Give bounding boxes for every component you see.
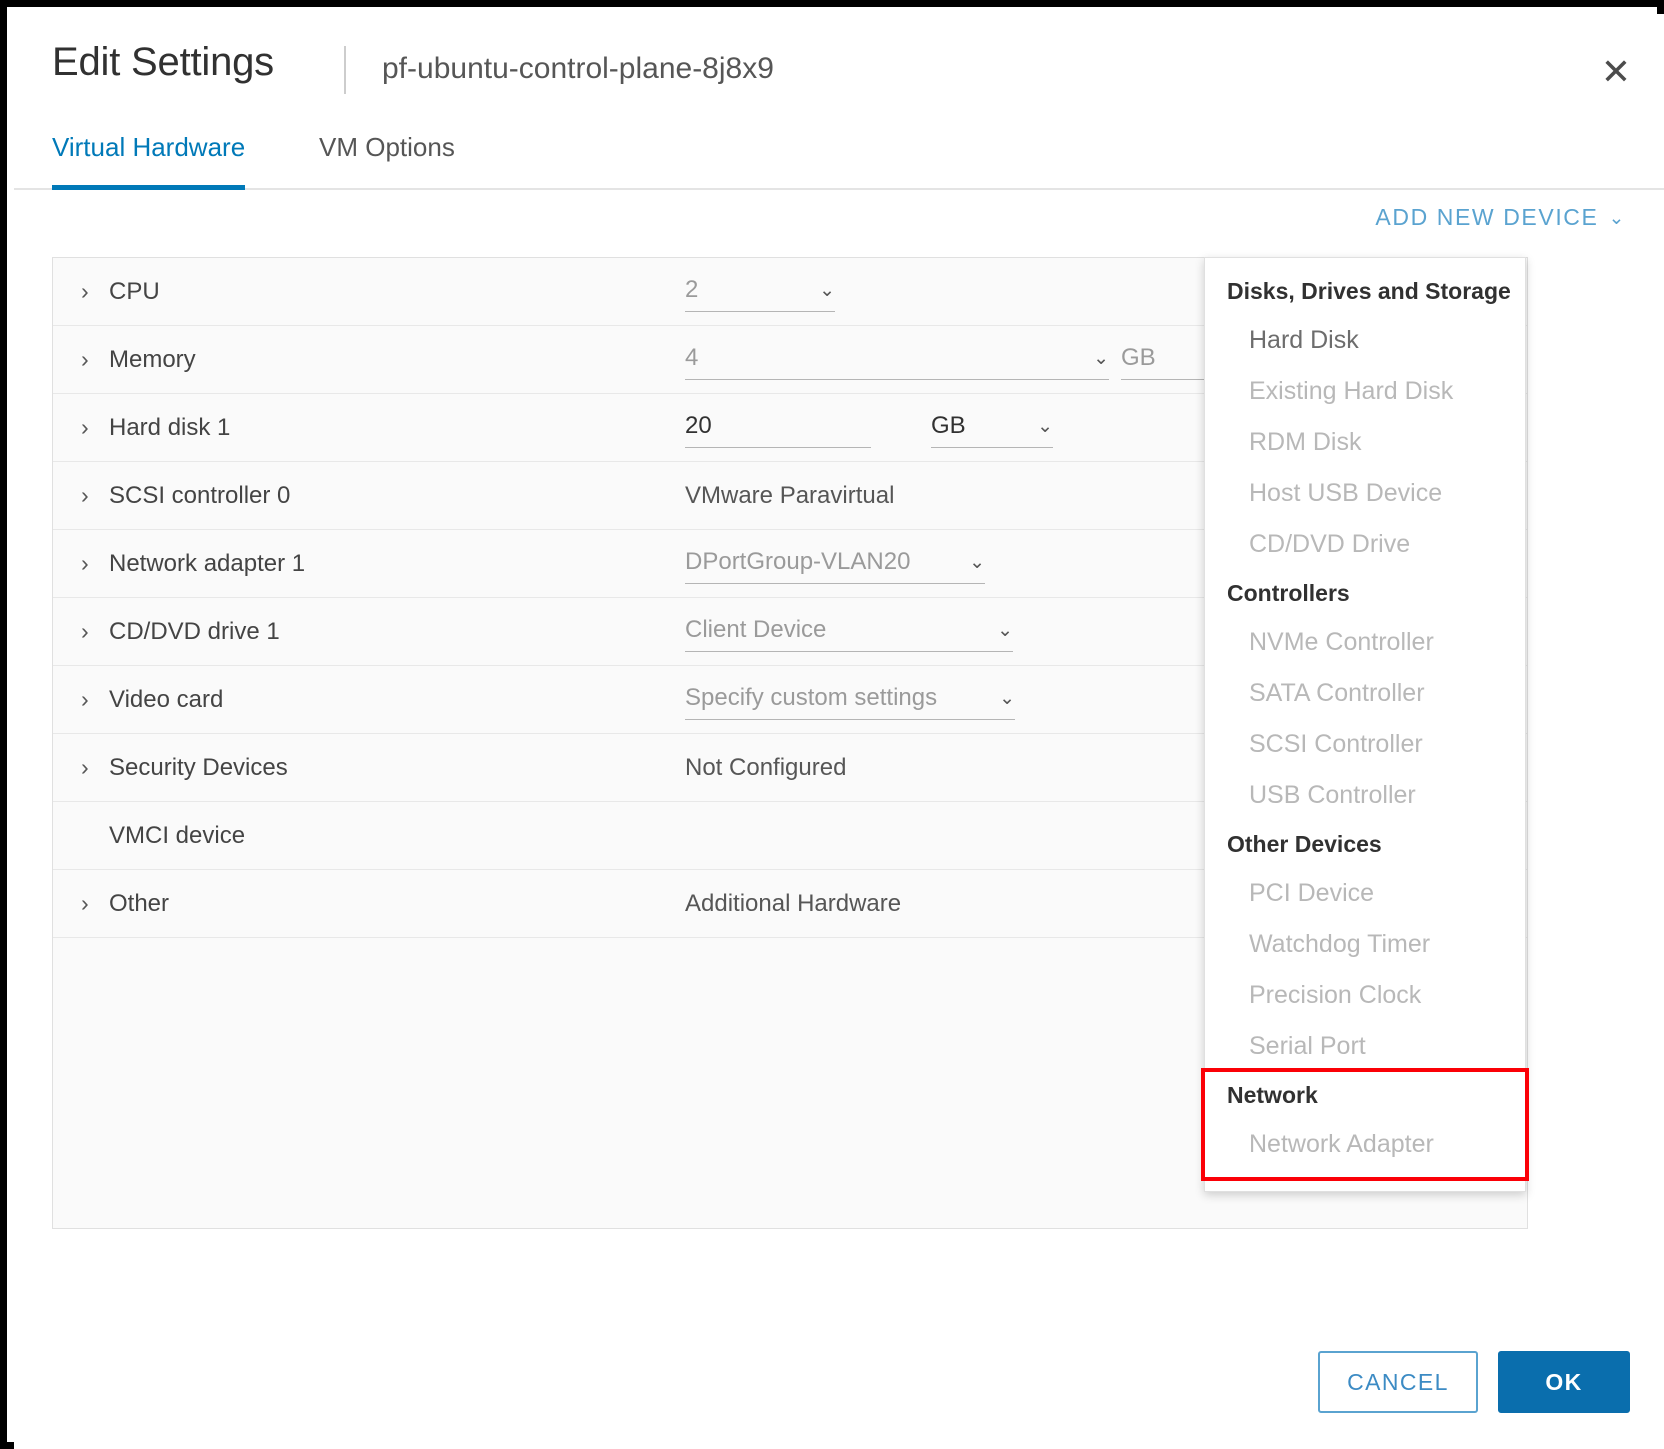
edit-settings-dialog: Edit Settings pf-ubuntu-control-plane-8j… <box>14 14 1664 1449</box>
menu-item-host-usb-device: Host USB Device <box>1249 479 1443 507</box>
menu-item-watchdog-timer: Watchdog Timer <box>1249 930 1431 958</box>
title-divider <box>344 46 346 94</box>
ok-button[interactable]: OK <box>1498 1351 1630 1413</box>
hard-disk-unit-select[interactable]: GB ⌄ <box>931 408 1053 448</box>
add-new-device-label: ADD NEW DEVICE <box>1375 204 1599 230</box>
expand-caret-icon[interactable]: › <box>81 280 99 303</box>
menu-item-rdm-disk: RDM Disk <box>1249 428 1362 456</box>
menu-item-network-adapter[interactable]: Network Adapter <box>1205 1119 1525 1177</box>
dialog-footer: CANCEL OK <box>1318 1351 1630 1413</box>
tab-vm-options[interactable]: VM Options <box>319 132 455 190</box>
menu-item-usb-controller: USB Controller <box>1249 781 1416 809</box>
chevron-down-icon: ⌄ <box>999 687 1015 709</box>
menu-item-precision-clock: Precision Clock <box>1249 981 1422 1009</box>
cd-dvd-drive-value: Client Device <box>685 616 827 643</box>
close-icon[interactable]: ✕ <box>1588 44 1644 100</box>
cpu-select[interactable]: 2 ⌄ <box>685 272 835 312</box>
expand-caret-icon[interactable]: › <box>81 484 99 507</box>
expand-caret-icon[interactable]: › <box>81 416 99 439</box>
hw-label-scsi-controller-0: SCSI controller 0 <box>109 481 291 509</box>
hw-label-security-devices: Security Devices <box>109 753 288 781</box>
hw-label-cpu: CPU <box>109 277 160 305</box>
expand-caret-icon[interactable]: › <box>81 552 99 575</box>
tab-virtual-hardware[interactable]: Virtual Hardware <box>52 132 246 190</box>
hw-label-other: Other <box>109 889 170 917</box>
vm-name-label: pf-ubuntu-control-plane-8j8x9 <box>382 52 774 85</box>
memory-select[interactable]: 4 ⌄ <box>685 340 1109 380</box>
security-devices-value: Not Configured <box>685 753 847 781</box>
menu-group-disks-drives-storage: Disks, Drives and Storage <box>1227 278 1511 304</box>
hw-label-cd-dvd-drive-1: CD/DVD drive 1 <box>109 617 280 645</box>
hard-disk-size-input[interactable]: 20 <box>685 408 871 448</box>
menu-group-network: Network <box>1227 1082 1318 1108</box>
tab-bar: Virtual Hardware VM Options <box>14 132 1664 190</box>
expand-caret-icon[interactable]: › <box>81 620 99 643</box>
chevron-down-icon: ⌄ <box>969 551 985 573</box>
hw-label-network-adapter-1: Network adapter 1 <box>109 549 306 577</box>
memory-value: 4 <box>685 344 699 371</box>
expand-caret-icon[interactable]: › <box>81 756 99 779</box>
network-adapter-select[interactable]: DPortGroup-VLAN20 ⌄ <box>685 544 985 584</box>
menu-item-nvme-controller: NVMe Controller <box>1249 628 1434 656</box>
menu-item-pci-device: PCI Device <box>1249 879 1375 907</box>
cpu-value: 2 <box>685 276 699 303</box>
hw-label-memory: Memory <box>109 345 196 373</box>
add-new-device-menu: Disks, Drives and Storage Hard Disk Exis… <box>1201 257 1529 1192</box>
menu-item-scsi-controller: SCSI Controller <box>1249 730 1423 758</box>
memory-unit-value: GB <box>1121 344 1156 371</box>
page-title: Edit Settings <box>52 40 274 84</box>
video-card-select[interactable]: Specify custom settings ⌄ <box>685 680 1015 720</box>
hw-label-vmci-device: VMCI device <box>109 821 246 849</box>
hard-disk-size-value: 20 <box>685 412 712 439</box>
menu-item-hard-disk[interactable]: Hard Disk <box>1205 315 1525 366</box>
hw-label-hard-disk-1: Hard disk 1 <box>109 413 231 441</box>
network-adapter-value: DPortGroup-VLAN20 <box>685 548 911 575</box>
cancel-button[interactable]: CANCEL <box>1318 1351 1478 1413</box>
expand-caret-icon[interactable]: › <box>81 348 99 371</box>
menu-item-cd-dvd-drive: CD/DVD Drive <box>1249 530 1411 558</box>
hw-label-video-card: Video card <box>109 685 224 713</box>
add-new-device-button[interactable]: ADD NEW DEVICE ⌄ <box>1375 204 1626 231</box>
scsi-controller-value: VMware Paravirtual <box>685 481 895 509</box>
cd-dvd-drive-select[interactable]: Client Device ⌄ <box>685 612 1013 652</box>
hard-disk-unit-value: GB <box>931 412 966 439</box>
menu-group-controllers: Controllers <box>1227 580 1350 606</box>
chevron-down-icon: ⌄ <box>1093 347 1109 369</box>
menu-item-serial-port: Serial Port <box>1249 1032 1366 1060</box>
chevron-down-icon: ⌄ <box>1608 208 1626 229</box>
chevron-down-icon: ⌄ <box>819 279 835 301</box>
menu-item-sata-controller: SATA Controller <box>1249 679 1425 707</box>
chevron-down-icon: ⌄ <box>997 619 1013 641</box>
expand-caret-icon[interactable]: › <box>81 688 99 711</box>
network-section-highlight: Network Network Adapter <box>1201 1068 1529 1181</box>
menu-item-existing-hard-disk: Existing Hard Disk <box>1249 377 1454 405</box>
screenshot-frame: Edit Settings pf-ubuntu-control-plane-8j… <box>0 0 1664 1449</box>
chevron-down-icon: ⌄ <box>1037 415 1053 437</box>
menu-group-other-devices: Other Devices <box>1227 831 1382 857</box>
other-value: Additional Hardware <box>685 889 902 917</box>
expand-caret-icon[interactable]: › <box>81 892 99 915</box>
video-card-value: Specify custom settings <box>685 684 938 711</box>
dialog-header: Edit Settings pf-ubuntu-control-plane-8j… <box>14 14 1664 129</box>
